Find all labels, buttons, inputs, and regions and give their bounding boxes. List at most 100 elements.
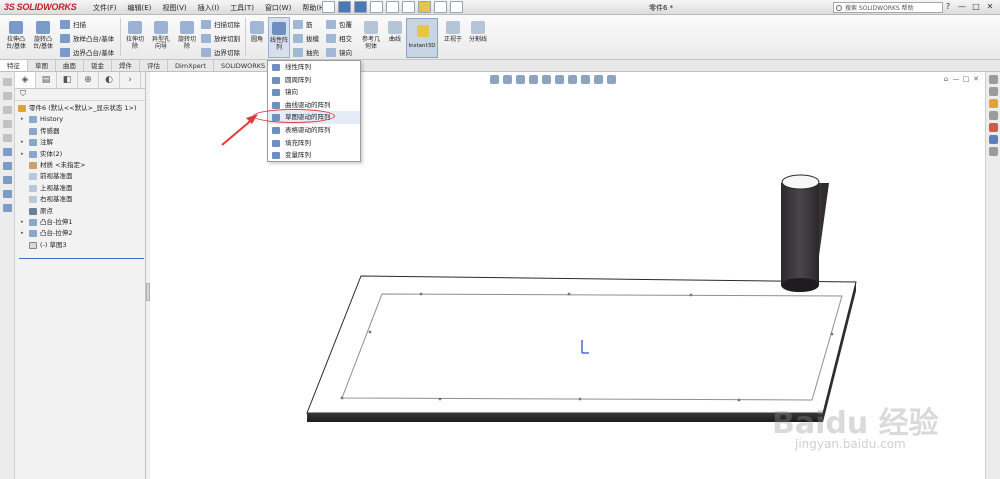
expand-arrow-icon[interactable]: › bbox=[120, 72, 141, 88]
file-explorer-icon[interactable] bbox=[989, 99, 998, 108]
tree-item-top-plane[interactable]: 上视基准面 bbox=[15, 183, 145, 194]
menu-file[interactable]: 文件(F) bbox=[93, 3, 117, 13]
shell-button[interactable]: 抽壳 bbox=[293, 46, 319, 58]
tree-item-right-plane[interactable]: 右视基准面 bbox=[15, 194, 145, 205]
normal-to-button[interactable]: 正视于 bbox=[442, 21, 464, 43]
toolbar-icon[interactable] bbox=[3, 190, 12, 198]
tree-root[interactable]: 零件6 (默认<<默认>_显示状态 1>) bbox=[15, 103, 145, 114]
expand-arrow-icon[interactable]: ▸ bbox=[21, 137, 24, 148]
split-line-button[interactable]: 分割线 bbox=[467, 21, 489, 43]
feature-tree-tab-icon[interactable]: ◈ bbox=[15, 72, 36, 88]
tree-item-sketch3[interactable]: (-) 草图3 bbox=[15, 240, 145, 251]
view-palette-icon[interactable] bbox=[989, 111, 998, 120]
toolbar-icon[interactable] bbox=[3, 92, 12, 100]
toolbar-icon[interactable] bbox=[3, 106, 12, 114]
filter-icon[interactable]: ⛉ bbox=[15, 89, 145, 101]
revolve-boss-button[interactable]: 旋转凸 台/基体 bbox=[31, 21, 55, 50]
fillet-button[interactable]: 圆角 bbox=[247, 21, 267, 43]
expand-arrow-icon[interactable]: ▸ bbox=[21, 217, 24, 228]
tab-surfaces[interactable]: 曲面 bbox=[56, 60, 84, 71]
tab-evaluate[interactable]: 评估 bbox=[140, 60, 168, 71]
tree-item-history[interactable]: ▸ History bbox=[15, 114, 145, 125]
toolbar-icon[interactable] bbox=[3, 78, 12, 86]
menu-tools[interactable]: 工具(T) bbox=[230, 3, 254, 13]
expand-arrow-icon[interactable]: ▸ bbox=[21, 149, 24, 160]
toolbar-icon[interactable] bbox=[3, 148, 12, 156]
intersect-button[interactable]: 相交 bbox=[326, 32, 352, 44]
solidworks-resources-icon[interactable] bbox=[989, 75, 998, 84]
menu-window[interactable]: 窗口(W) bbox=[265, 3, 291, 13]
lofted-cut-button[interactable]: 放样切割 bbox=[201, 32, 240, 44]
rebuild-icon[interactable] bbox=[418, 1, 431, 13]
design-library-icon[interactable] bbox=[989, 87, 998, 96]
toolbar-icon[interactable] bbox=[3, 204, 12, 212]
revolve-cut-button[interactable]: 旋转切 除 bbox=[175, 21, 199, 50]
expand-arrow-icon[interactable]: ▸ bbox=[21, 228, 24, 239]
loft-boss-button[interactable]: 放样凸台/基体 bbox=[60, 32, 114, 44]
configuration-manager-tab-icon[interactable]: ◧ bbox=[57, 72, 78, 88]
menu-insert[interactable]: 插入(I) bbox=[198, 3, 220, 13]
print-icon[interactable] bbox=[370, 1, 383, 13]
menu-edit[interactable]: 编辑(E) bbox=[128, 3, 152, 13]
forum-icon[interactable] bbox=[989, 147, 998, 156]
tree-item-annotations[interactable]: ▸ 注解 bbox=[15, 137, 145, 148]
extrude-cut-button[interactable]: 拉伸切 除 bbox=[123, 21, 147, 50]
menu-item-mirror[interactable]: 镜向 bbox=[268, 86, 360, 99]
appearances-icon[interactable] bbox=[989, 123, 998, 132]
open-icon[interactable] bbox=[338, 1, 351, 13]
tab-sheet-metal[interactable]: 钣金 bbox=[84, 60, 112, 71]
help-search-input[interactable]: 搜索 SOLIDWORKS 帮助 bbox=[833, 2, 943, 13]
instant3d-button[interactable]: Instant3D bbox=[406, 18, 438, 58]
tab-dimxpert[interactable]: DimXpert bbox=[168, 60, 214, 71]
tab-features[interactable]: 特征 bbox=[0, 60, 28, 71]
swept-cut-button[interactable]: 扫描切除 bbox=[201, 18, 240, 30]
boundary-boss-button[interactable]: 边界凸台/基体 bbox=[60, 46, 114, 58]
file-properties-icon[interactable] bbox=[434, 1, 447, 13]
tree-item-material[interactable]: 材质 <未指定> bbox=[15, 160, 145, 171]
tree-item-solid-bodies[interactable]: ▸ 实体(2) bbox=[15, 149, 145, 160]
custom-properties-icon[interactable] bbox=[989, 135, 998, 144]
extrude-boss-button[interactable]: 拉伸凸 台/基体 bbox=[4, 21, 28, 50]
tree-item-boss-extrude1[interactable]: ▸ 凸台-拉伸1 bbox=[15, 217, 145, 228]
hole-wizard-button[interactable]: 异型孔 向导 bbox=[149, 21, 173, 50]
boss-extrude2-cylinder[interactable] bbox=[781, 174, 829, 292]
curves-button[interactable]: 曲线 bbox=[385, 21, 405, 43]
save-icon[interactable] bbox=[354, 1, 367, 13]
tree-item-front-plane[interactable]: 前视基准面 bbox=[15, 171, 145, 182]
dimxpert-manager-tab-icon[interactable]: ⊕ bbox=[78, 72, 99, 88]
minimize-icon[interactable]: — bbox=[955, 2, 969, 11]
display-manager-tab-icon[interactable]: ◐ bbox=[99, 72, 120, 88]
expand-arrow-icon[interactable]: ▸ bbox=[21, 114, 24, 125]
menu-item-fill-pattern[interactable]: 填充阵列 bbox=[268, 137, 360, 150]
new-document-icon[interactable] bbox=[322, 1, 335, 13]
menu-item-variable-pattern[interactable]: 变量阵列 bbox=[268, 149, 360, 162]
boundary-cut-button[interactable]: 边界切除 bbox=[201, 46, 240, 58]
rollback-bar[interactable] bbox=[19, 258, 144, 259]
draft-button[interactable]: 拔模 bbox=[293, 32, 319, 44]
sweep-button[interactable]: 扫描 bbox=[60, 18, 86, 30]
undo-icon[interactable] bbox=[386, 1, 399, 13]
rib-button[interactable]: 筋 bbox=[293, 18, 313, 30]
tree-item-boss-extrude2[interactable]: ▸ 凸台-拉伸2 bbox=[15, 228, 145, 239]
toolbar-icon[interactable] bbox=[3, 176, 12, 184]
menu-item-circular-pattern[interactable]: 圆周阵列 bbox=[268, 74, 360, 87]
wrap-button[interactable]: 包覆 bbox=[326, 18, 352, 30]
reference-geometry-button[interactable]: 参考几 何体 bbox=[358, 21, 384, 50]
menu-view[interactable]: 视图(V) bbox=[162, 3, 186, 13]
maximize-icon[interactable]: □ bbox=[969, 2, 983, 11]
tree-item-origin[interactable]: 原点 bbox=[15, 206, 145, 217]
options-icon[interactable] bbox=[450, 1, 463, 13]
linear-pattern-button[interactable]: 线性阵 列 bbox=[268, 17, 290, 58]
tree-item-sensors[interactable]: 传感器 bbox=[15, 126, 145, 137]
tab-weldments[interactable]: 焊件 bbox=[112, 60, 140, 71]
toolbar-icon[interactable] bbox=[3, 134, 12, 142]
help-icon[interactable]: ? bbox=[941, 2, 955, 11]
menu-item-linear-pattern[interactable]: 线性阵列 bbox=[268, 61, 360, 74]
property-manager-tab-icon[interactable]: ▤ bbox=[36, 72, 57, 88]
toolbar-icon[interactable] bbox=[3, 120, 12, 128]
tab-sketch[interactable]: 草图 bbox=[28, 60, 56, 71]
close-icon[interactable]: ✕ bbox=[983, 2, 997, 11]
toolbar-icon[interactable] bbox=[3, 162, 12, 170]
select-icon[interactable] bbox=[402, 1, 415, 13]
menu-item-table-driven-pattern[interactable]: 表格驱动的阵列 bbox=[268, 124, 360, 137]
